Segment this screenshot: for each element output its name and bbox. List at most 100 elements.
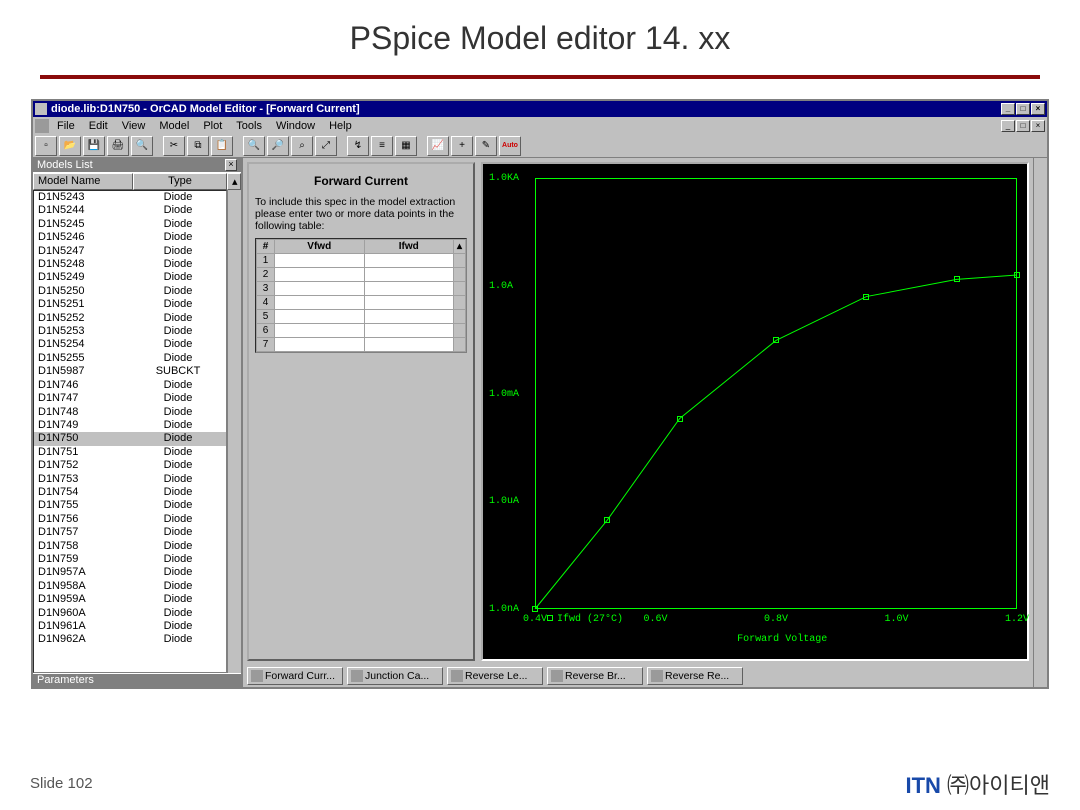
- list-item[interactable]: D1N5247Diode: [34, 245, 226, 258]
- tab-2[interactable]: Reverse Le...: [447, 667, 543, 685]
- cursor-icon[interactable]: +: [451, 136, 473, 156]
- cut-icon[interactable]: ✂: [163, 136, 185, 156]
- tab-4[interactable]: Reverse Re...: [647, 667, 743, 685]
- col-vfwd[interactable]: Vfwd: [275, 240, 365, 254]
- list-item[interactable]: D1N748Diode: [34, 406, 226, 419]
- new-icon[interactable]: ▫: [35, 136, 57, 156]
- spec-scroll-up-icon[interactable]: ▴: [454, 240, 466, 254]
- tab-bar: Forward Curr...Junction Ca...Reverse Le.…: [243, 665, 1033, 687]
- list-item[interactable]: D1N5249Diode: [34, 271, 226, 284]
- list-item[interactable]: D1N958ADiode: [34, 580, 226, 593]
- list-item[interactable]: D1N756Diode: [34, 513, 226, 526]
- maximize-button[interactable]: □: [1016, 103, 1030, 115]
- models-list[interactable]: D1N5243DiodeD1N5244DiodeD1N5245DiodeD1N5…: [33, 190, 227, 673]
- menu-file[interactable]: File: [51, 119, 81, 133]
- list-item[interactable]: D1N753Diode: [34, 473, 226, 486]
- list-item[interactable]: D1N5251Diode: [34, 298, 226, 311]
- list-item[interactable]: D1N759Diode: [34, 553, 226, 566]
- models-panel-label: Models List: [37, 159, 93, 171]
- col-index[interactable]: #: [257, 240, 275, 254]
- auto-icon[interactable]: Auto: [499, 136, 521, 156]
- models-panel-title: Models List ×: [33, 158, 241, 172]
- zoom-fit-icon[interactable]: ⤢: [315, 136, 337, 156]
- parameters-panel-title[interactable]: Parameters: [33, 673, 241, 687]
- list-item[interactable]: D1N752Diode: [34, 459, 226, 472]
- print-icon[interactable]: 🖨: [107, 136, 129, 156]
- menu-help[interactable]: Help: [323, 119, 358, 133]
- table-row[interactable]: 1: [257, 254, 466, 268]
- list-item[interactable]: D1N5244Diode: [34, 204, 226, 217]
- list-item[interactable]: D1N5254Diode: [34, 338, 226, 351]
- list-item[interactable]: D1N757Diode: [34, 526, 226, 539]
- slide-title: PSpice Model editor 14. xx: [20, 20, 1060, 57]
- list-item[interactable]: D1N5248Diode: [34, 258, 226, 271]
- right-scrollbar[interactable]: [1033, 158, 1047, 687]
- child-minimize-button[interactable]: _: [1001, 120, 1015, 132]
- menu-tools[interactable]: Tools: [230, 119, 268, 133]
- list-item[interactable]: D1N749Diode: [34, 419, 226, 432]
- list-item[interactable]: D1N5255Diode: [34, 352, 226, 365]
- menu-edit[interactable]: Edit: [83, 119, 114, 133]
- close-button[interactable]: ×: [1031, 103, 1045, 115]
- save-icon[interactable]: 💾: [83, 136, 105, 156]
- list-item[interactable]: D1N746Diode: [34, 379, 226, 392]
- table-row[interactable]: 2: [257, 268, 466, 282]
- preview-icon[interactable]: 🔍: [131, 136, 153, 156]
- list-item[interactable]: D1N5243Diode: [34, 191, 226, 204]
- list-item[interactable]: D1N747Diode: [34, 392, 226, 405]
- child-close-button[interactable]: ×: [1031, 120, 1045, 132]
- minimize-button[interactable]: _: [1001, 103, 1015, 115]
- list-item[interactable]: D1N750Diode: [34, 432, 226, 445]
- list-item[interactable]: D1N755Diode: [34, 499, 226, 512]
- menu-model[interactable]: Model: [153, 119, 195, 133]
- panel-close-icon[interactable]: ×: [225, 159, 237, 171]
- menu-plot[interactable]: Plot: [197, 119, 228, 133]
- zoom-out-icon[interactable]: 🔎: [267, 136, 289, 156]
- footer-brand: ITN ㈜아이티앤: [905, 768, 1050, 800]
- chart-add-icon[interactable]: 📈: [427, 136, 449, 156]
- col-type[interactable]: Type: [133, 173, 227, 190]
- menu-view[interactable]: View: [116, 119, 152, 133]
- zoom-in-icon[interactable]: 🔍: [243, 136, 265, 156]
- col-model-name[interactable]: Model Name: [33, 173, 133, 190]
- list-item[interactable]: D1N5252Diode: [34, 312, 226, 325]
- list-item[interactable]: D1N959ADiode: [34, 593, 226, 606]
- open-icon[interactable]: 📂: [59, 136, 81, 156]
- list-item[interactable]: D1N754Diode: [34, 486, 226, 499]
- app-window: diode.lib:D1N750 - OrCAD Model Editor - …: [31, 99, 1049, 689]
- menu-window[interactable]: Window: [270, 119, 321, 133]
- list-item[interactable]: D1N758Diode: [34, 540, 226, 553]
- marker-icon[interactable]: ✎: [475, 136, 497, 156]
- list-item[interactable]: D1N5253Diode: [34, 325, 226, 338]
- trace-icon[interactable]: ↯: [347, 136, 369, 156]
- paste-icon[interactable]: 📋: [211, 136, 233, 156]
- title-bar[interactable]: diode.lib:D1N750 - OrCAD Model Editor - …: [33, 101, 1047, 117]
- child-maximize-button[interactable]: □: [1016, 120, 1030, 132]
- grid-icon[interactable]: ▦: [395, 136, 417, 156]
- list-item[interactable]: D1N962ADiode: [34, 633, 226, 646]
- list-item[interactable]: D1N957ADiode: [34, 566, 226, 579]
- scrollbar[interactable]: [227, 190, 241, 673]
- table-row[interactable]: 7: [257, 338, 466, 352]
- spec-table[interactable]: # Vfwd Ifwd ▴ 1234567: [255, 238, 467, 353]
- table-row[interactable]: 4: [257, 296, 466, 310]
- list-item[interactable]: D1N5987SUBCKT: [34, 365, 226, 378]
- list-item[interactable]: D1N961ADiode: [34, 620, 226, 633]
- plot-area[interactable]: 1.0KA1.0A1.0mA1.0uA1.0nA0.4V0.6V0.8V1.0V…: [481, 162, 1029, 661]
- tab-1[interactable]: Junction Ca...: [347, 667, 443, 685]
- table-row[interactable]: 6: [257, 324, 466, 338]
- zoom-area-icon[interactable]: ⌕: [291, 136, 313, 156]
- col-ifwd[interactable]: Ifwd: [364, 240, 454, 254]
- tab-0[interactable]: Forward Curr...: [247, 667, 343, 685]
- list-item[interactable]: D1N960ADiode: [34, 607, 226, 620]
- tab-3[interactable]: Reverse Br...: [547, 667, 643, 685]
- list-item[interactable]: D1N5245Diode: [34, 218, 226, 231]
- copy-icon[interactable]: ⧉: [187, 136, 209, 156]
- list-item[interactable]: D1N751Diode: [34, 446, 226, 459]
- list-item[interactable]: D1N5250Diode: [34, 285, 226, 298]
- table-row[interactable]: 5: [257, 310, 466, 324]
- table-row[interactable]: 3: [257, 282, 466, 296]
- mdi-child-icon[interactable]: [35, 119, 49, 133]
- list-item[interactable]: D1N5246Diode: [34, 231, 226, 244]
- log-axis-icon[interactable]: ≡: [371, 136, 393, 156]
